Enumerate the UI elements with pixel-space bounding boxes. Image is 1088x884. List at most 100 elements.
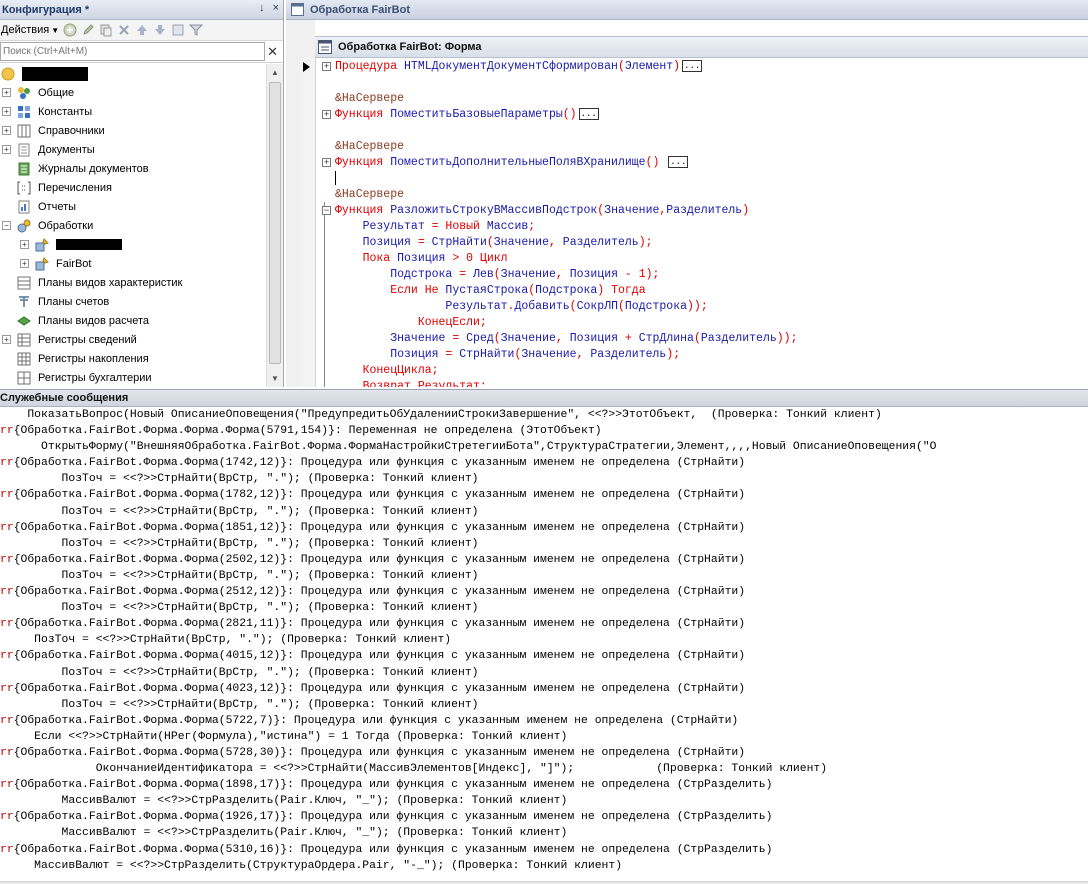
message-line[interactable]: ОкончаниеИдентификатора = <<?>>СтрНайти(… <box>0 761 1088 777</box>
message-line[interactable]: ПозТоч = <<?>>СтрНайти(ВрСтр, "."); (Про… <box>0 471 1088 487</box>
collapsed-block-icon[interactable]: ... <box>578 107 599 120</box>
error-marker: rr <box>0 489 14 502</box>
message-line[interactable]: rr{Обработка.FairBot.Форма.Форма.Форма(5… <box>0 423 1088 439</box>
message-line[interactable]: rr{Обработка.FairBot.Форма.Форма(5722,7)… <box>0 713 1088 729</box>
reports-icon <box>16 199 32 215</box>
expand-icon[interactable]: + <box>2 126 11 135</box>
scroll-thumb[interactable] <box>269 82 281 364</box>
message-line[interactable]: rr{Обработка.FairBot.Форма.Форма(2512,12… <box>0 584 1088 600</box>
chart-of-characteristics-icon <box>16 275 32 291</box>
code-token: Результат <box>335 300 508 313</box>
message-line[interactable]: ПозТоч = <<?>>СтрНайти(ВрСтр, "."); (Про… <box>0 568 1088 584</box>
tree-item[interactable]: Отчеты <box>0 197 266 216</box>
documents-icon <box>16 142 32 158</box>
add-icon[interactable] <box>63 23 77 37</box>
message-line[interactable]: МассивВалют = <<?>>СтрРазделить(Структур… <box>0 858 1088 874</box>
tree-item[interactable]: Журналы документов <box>0 159 266 178</box>
error-marker: rr <box>0 811 14 824</box>
tree-item[interactable]: − Обработки <box>0 216 266 235</box>
code-line: &НаСервере <box>335 91 1088 107</box>
fold-expand-icon[interactable]: + <box>322 110 331 119</box>
message-line[interactable]: ПозТоч = <<?>>СтрНайти(ВрСтр, "."); (Про… <box>0 600 1088 616</box>
code-token: ); <box>666 348 681 361</box>
filter-icon[interactable] <box>189 23 204 37</box>
code-token: = <box>445 348 460 361</box>
message-line[interactable]: rr{Обработка.FairBot.Форма.Форма(2502,12… <box>0 552 1088 568</box>
code-editor[interactable]: + Процедура HTMLДокументДокументСформиров… <box>322 59 1088 387</box>
expand-icon[interactable]: + <box>2 107 11 116</box>
tree-item[interactable]: + <box>0 235 266 254</box>
clear-search-icon[interactable]: ✕ <box>267 44 278 60</box>
expand-icon[interactable]: + <box>2 335 11 344</box>
expand-icon[interactable]: + <box>20 259 29 268</box>
tree-scrollbar[interactable]: ▲ ▼ <box>266 64 283 387</box>
move-up-icon[interactable] <box>135 23 149 37</box>
code-token: Элемент <box>624 60 674 73</box>
tree-item[interactable]: + Документы <box>0 140 266 159</box>
chart-of-calc-icon <box>16 313 32 329</box>
message-line[interactable]: ПоказатьВопрос(Новый ОписаниеОповещения(… <box>0 407 1088 423</box>
message-line[interactable]: МассивВалют = <<?>>СтрРазделить(Pair.Клю… <box>0 825 1088 841</box>
message-line[interactable]: ОткрытьФорму("ВнешняяОбработка.FairBot.Ф… <box>0 439 1088 455</box>
fold-expand-icon[interactable]: + <box>322 62 331 71</box>
message-line[interactable]: rr{Обработка.FairBot.Форма.Форма(4015,12… <box>0 648 1088 664</box>
tree-item[interactable]: + Константы <box>0 102 266 121</box>
actions-menu-button[interactable]: Действия ▼ <box>1 24 59 36</box>
message-line[interactable]: rr{Обработка.FairBot.Форма.Форма(5310,16… <box>0 842 1088 858</box>
close-icon[interactable]: × <box>273 2 279 14</box>
fold-collapse-icon[interactable]: − <box>322 206 331 215</box>
message-text: {Обработка.FairBot.Форма.Форма(4023,12)}… <box>13 682 746 695</box>
message-line[interactable]: rr{Обработка.FairBot.Форма.Форма(1742,12… <box>0 455 1088 471</box>
tree-item[interactable]: Планы счетов <box>0 292 266 311</box>
collapsed-block-icon[interactable]: ... <box>668 155 689 168</box>
message-line[interactable]: ПозТоч = <<?>>СтрНайти(ВрСтр, "."); (Про… <box>0 665 1088 681</box>
tree-item[interactable]: Регистры накопления <box>0 349 266 368</box>
tree-item[interactable]: + Регистры сведений <box>0 330 266 349</box>
tree-item[interactable]: Планы видов характеристик <box>0 273 266 292</box>
collapsed-block-icon[interactable]: ... <box>682 59 703 72</box>
expand-icon[interactable]: + <box>2 88 11 97</box>
sort-icon[interactable] <box>171 23 185 37</box>
code-token: ) <box>742 204 750 217</box>
scroll-up-icon[interactable]: ▲ <box>267 64 283 81</box>
tree-root[interactable] <box>0 64 266 83</box>
expand-icon[interactable]: + <box>2 145 11 154</box>
copy-icon[interactable] <box>99 23 113 37</box>
message-line[interactable]: ПозТоч = <<?>>СтрНайти(ВрСтр, "."); (Про… <box>0 536 1088 552</box>
code-token: = <box>459 268 474 281</box>
tree-item[interactable]: Планы видов расчета <box>0 311 266 330</box>
message-line[interactable]: rr{Обработка.FairBot.Форма.Форма(1851,12… <box>0 520 1088 536</box>
scroll-down-icon[interactable]: ▼ <box>267 370 283 387</box>
pin-icon[interactable]: ↓ <box>259 2 265 14</box>
tree-item[interactable]: Регистры бухгалтерии <box>0 368 266 387</box>
message-line[interactable]: rr{Обработка.FairBot.Форма.Форма(1898,17… <box>0 777 1088 793</box>
message-line[interactable]: rr{Обработка.FairBot.Форма.Форма(1782,12… <box>0 487 1088 503</box>
collapse-icon[interactable]: − <box>2 221 11 230</box>
message-line[interactable]: rr{Обработка.FairBot.Форма.Форма(1926,17… <box>0 809 1088 825</box>
move-down-icon[interactable] <box>153 23 167 37</box>
edit-icon[interactable] <box>81 23 95 37</box>
tree-item[interactable]: + Общие <box>0 83 266 102</box>
message-line[interactable]: rr{Обработка.FairBot.Форма.Форма(2821,11… <box>0 616 1088 632</box>
message-line[interactable]: rr{Обработка.FairBot.Форма.Форма(5728,30… <box>0 745 1088 761</box>
delete-icon[interactable] <box>117 23 131 37</box>
expand-icon[interactable]: + <box>20 240 29 249</box>
search-box: ✕ <box>0 41 283 63</box>
tree-item[interactable]: Перечисления <box>0 178 266 197</box>
code-token: ( <box>486 236 494 249</box>
message-line[interactable]: МассивВалют = <<?>>СтрРазделить(Pair.Клю… <box>0 793 1088 809</box>
message-line[interactable]: rr{Обработка.FairBot.Форма.Форма(4023,12… <box>0 681 1088 697</box>
search-input[interactable] <box>0 42 265 61</box>
error-marker: rr <box>0 843 14 856</box>
message-line[interactable]: ПозТоч = <<?>>СтрНайти(ВрСтр, "."); (Про… <box>0 697 1088 713</box>
code-token: ( <box>617 300 625 313</box>
tree-item[interactable]: + Справочники <box>0 121 266 140</box>
message-line[interactable]: ПозТоч = <<?>>СтрНайти(ВрСтр, "."); (Про… <box>0 504 1088 520</box>
tree-item[interactable]: + FairBot <box>0 254 266 273</box>
message-line[interactable]: Если <<?>>СтрНайти(НРег(Формула),"истина… <box>0 729 1088 745</box>
message-text: {Обработка.FairBot.Форма.Форма(5722,7)}:… <box>13 714 739 727</box>
code-line: − Функция РазложитьСтрокуВМассивПодстрок(… <box>322 203 1088 219</box>
fold-expand-icon[interactable]: + <box>322 158 331 167</box>
code-token: Сред <box>466 332 494 345</box>
message-line[interactable]: ПозТоч = <<?>>СтрНайти(ВрСтр, "."); (Про… <box>0 632 1088 648</box>
